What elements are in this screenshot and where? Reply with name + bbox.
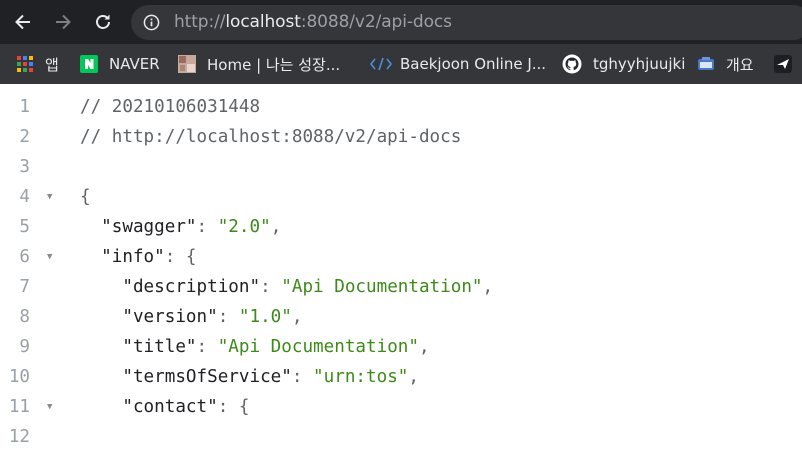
forward-button[interactable] [47, 6, 79, 38]
bookmarks-bar: 앱 NAVER Home | 나는 성장... Baekjoon Online … [0, 44, 802, 84]
url-host: localhost [225, 12, 301, 32]
code-line: 1 // 20210106031448 [0, 92, 802, 122]
back-button[interactable] [7, 6, 39, 38]
arrow-right-icon [56, 14, 71, 30]
code-line: 10 "termsOfService": "urn:tos", [0, 362, 802, 392]
code-text: // 20210106031448 [80, 92, 260, 122]
code-token: "Api Documentation" [217, 337, 419, 357]
code-token: : [260, 277, 282, 297]
code-line: 7 "description": "Api Documentation", [0, 272, 802, 302]
code-token: "title" [80, 337, 197, 357]
bookmark-overview[interactable]: 개요 [697, 44, 754, 84]
code-token: , [482, 277, 494, 297]
code-token: // 20210106031448 [80, 97, 261, 117]
arrow-left-icon [15, 14, 30, 30]
code-token: "contact" [80, 397, 218, 417]
info-icon[interactable] [143, 14, 160, 31]
reload-icon [96, 14, 110, 29]
code-line: 5 "swagger": "2.0", [0, 212, 802, 242]
bookmark-github[interactable]: tghyyhjuujki [562, 44, 685, 84]
url-text[interactable]: http://localhost:8088/v2/api-docs [174, 13, 452, 32]
code-text: "description": "Api Documentation", [80, 272, 493, 302]
code-token: "2.0" [217, 217, 271, 237]
code-token: "1.0" [238, 307, 292, 327]
gcp-icon [697, 55, 715, 73]
code-token: "version" [80, 307, 218, 327]
site-thumbnail-icon [178, 55, 196, 73]
code-token: : { [217, 397, 250, 417]
bookmark-home[interactable]: Home | 나는 성장... [178, 44, 340, 84]
line-number: 12 [8, 427, 30, 447]
code-token: "info" [80, 247, 165, 267]
bookmark-label: NAVER [109, 55, 160, 73]
line-number: 6 [19, 247, 30, 267]
code-line: 6 ▼ "info": { [0, 242, 802, 272]
bookmark-naver[interactable]: NAVER [80, 44, 160, 84]
code-token: : { [164, 247, 197, 267]
github-icon [562, 54, 582, 74]
address-bar[interactable]: http://localhost:8088/v2/api-docs [131, 5, 802, 40]
code-token: : [217, 307, 239, 327]
code-token: , [418, 337, 430, 357]
reload-button[interactable] [87, 6, 119, 38]
code-line: 9 "title": "Api Documentation", [0, 332, 802, 362]
bookmark-label: 앱 [45, 55, 59, 74]
line-number: 11 [8, 397, 30, 417]
code-token: "urn:tos" [313, 367, 409, 387]
json-viewer: 1 // 20210106031448 2 // http://localhost:8… [0, 86, 802, 447]
bookmark-label: 개요 [726, 55, 754, 74]
browser-toolbar: http://localhost:8088/v2/api-docs [0, 0, 802, 44]
code-token: "Api Documentation" [281, 277, 483, 297]
url-path: :8088/v2/api-docs [300, 12, 452, 32]
code-line: 2 // http://localhost:8088/v2/api-docs [0, 122, 802, 152]
code-line: 3 [0, 152, 802, 182]
code-line: 11 ▼ "contact": { [0, 392, 802, 422]
line-number: 1 [19, 97, 30, 117]
code-text: "contact": { [80, 392, 249, 422]
code-token: , [408, 367, 419, 387]
code-token: , [291, 307, 303, 327]
fold-toggle-icon[interactable]: ▼ [47, 392, 59, 422]
line-number: 4 [19, 187, 30, 207]
line-number: 8 [19, 307, 30, 327]
bookmark-label: Home | 나는 성장... [207, 55, 341, 74]
code-text: "info": { [80, 242, 197, 272]
fold-toggle-icon[interactable]: ▼ [47, 242, 59, 272]
naver-logo-icon [80, 55, 98, 73]
code-token: : [291, 367, 314, 387]
line-number: 2 [19, 127, 30, 147]
line-number: 10 [8, 367, 30, 387]
bookmark-label: tghyyhjuujki [593, 55, 686, 73]
code-text: "version": "1.0", [80, 302, 302, 332]
bookmark-extra[interactable] [774, 44, 802, 84]
fold-toggle-icon[interactable]: ▼ [47, 182, 59, 212]
code-token: , [270, 217, 282, 237]
code-line: 12 [0, 422, 802, 452]
code-token: "termsOfService" [80, 367, 292, 387]
code-line: 4 ▼ { [0, 182, 802, 212]
bookmark-label: Baekjoon Online J... [400, 55, 547, 73]
bookmark-baekjoon[interactable]: Baekjoon Online J... [370, 44, 546, 84]
code-brackets-icon [370, 55, 392, 73]
code-token: "description" [80, 277, 261, 297]
line-number: 3 [19, 157, 30, 177]
url-scheme: http:// [174, 12, 226, 32]
code-text: "title": "Api Documentation", [80, 332, 430, 362]
code-token: // http://localhost:8088/v2/api-docs [80, 127, 462, 147]
code-token: "swagger" [80, 217, 197, 237]
code-text: { [80, 182, 91, 212]
line-number: 5 [19, 217, 30, 237]
bookmark-favicon-icon [774, 55, 792, 73]
code-token: { [80, 187, 91, 207]
code-line: 8 "version": "1.0", [0, 302, 802, 332]
code-text: "termsOfService": "urn:tos", [80, 362, 419, 392]
code-text: // http://localhost:8088/v2/api-docs [80, 122, 461, 152]
line-number: 9 [19, 337, 30, 357]
apps-grid-icon [16, 55, 34, 73]
line-number: 7 [19, 277, 30, 297]
code-token: : [196, 337, 218, 357]
code-text: "swagger": "2.0", [80, 212, 281, 242]
bookmark-apps[interactable]: 앱 [16, 44, 59, 84]
code-token: : [196, 217, 218, 237]
